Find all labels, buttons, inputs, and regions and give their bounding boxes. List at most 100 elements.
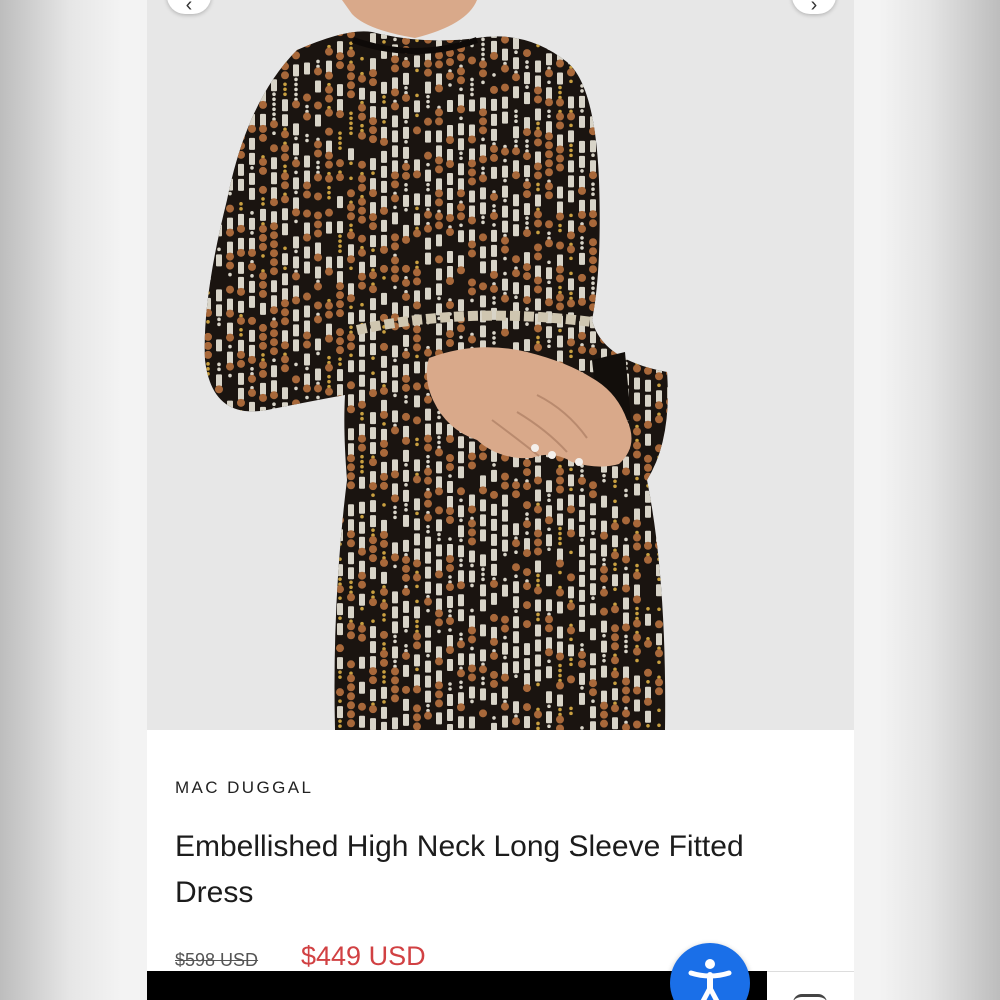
dress-sequin bbox=[391, 64, 399, 73]
dress-sequin bbox=[481, 42, 485, 47]
dress-sequin bbox=[589, 171, 597, 180]
dress-sequin bbox=[358, 633, 366, 642]
dress-sequin bbox=[633, 542, 641, 551]
dress-sequin bbox=[370, 106, 376, 119]
dress-sequin bbox=[293, 177, 299, 190]
dress-sequin bbox=[645, 433, 651, 446]
dress-sequin bbox=[369, 213, 377, 222]
dress-sequin bbox=[336, 688, 344, 697]
dress-sequin bbox=[579, 115, 585, 128]
dress-sequin bbox=[380, 587, 388, 596]
dress-sequin bbox=[380, 386, 388, 395]
dress-sequin bbox=[655, 620, 663, 629]
dress-sequin bbox=[513, 282, 519, 295]
dress-sequin bbox=[579, 358, 585, 371]
product-image[interactable]: ‹ › bbox=[147, 0, 854, 730]
dress-sequin bbox=[556, 98, 564, 107]
dress-sequin bbox=[579, 494, 585, 507]
dress-sequin bbox=[293, 143, 299, 156]
brand-name[interactable]: MAC DUGGAL bbox=[175, 778, 313, 798]
dress-sequin bbox=[459, 116, 463, 121]
dress-sequin bbox=[535, 194, 541, 207]
dress-sequin bbox=[281, 308, 289, 317]
dress-sequin bbox=[347, 333, 355, 342]
dress-sequin bbox=[358, 624, 366, 633]
dress-sequin bbox=[415, 68, 419, 73]
dress-sequin bbox=[557, 694, 563, 707]
dress-sequin bbox=[479, 282, 487, 291]
dress-sequin bbox=[491, 469, 497, 482]
dress-sequin bbox=[479, 155, 487, 164]
dress-sequin bbox=[468, 249, 476, 258]
dress-sequin bbox=[591, 182, 595, 186]
dress-sequin bbox=[512, 563, 520, 572]
dress-sequin bbox=[436, 268, 442, 281]
dress-sequin bbox=[393, 393, 397, 398]
dress-sequin bbox=[458, 230, 464, 243]
dress-sequin bbox=[514, 50, 518, 55]
dress-sequin bbox=[556, 476, 564, 485]
dress-sequin bbox=[314, 192, 322, 201]
dress-sequin bbox=[502, 48, 508, 61]
dress-sequin bbox=[644, 541, 652, 550]
dress-sequin bbox=[325, 85, 333, 94]
dress-sequin bbox=[490, 211, 498, 220]
dress-sequin bbox=[446, 435, 454, 444]
dress-sequin bbox=[392, 591, 398, 604]
dress-sequin bbox=[371, 528, 375, 532]
dress-sequin bbox=[567, 338, 575, 347]
dress-sequin bbox=[380, 137, 388, 146]
dress-sequin bbox=[613, 484, 617, 489]
dress-sequin bbox=[655, 415, 663, 424]
dress-sequin bbox=[325, 108, 333, 117]
dress-sequin bbox=[458, 594, 464, 607]
dress-sequin bbox=[327, 355, 331, 360]
dress-sequin bbox=[480, 202, 486, 215]
dress-sequin bbox=[491, 244, 497, 257]
dress-sequin bbox=[468, 56, 476, 65]
dress-sequin bbox=[370, 626, 376, 639]
dress-sequin bbox=[501, 83, 509, 92]
dress-sequin bbox=[503, 635, 507, 640]
dress-sequin bbox=[657, 383, 661, 388]
dress-sequin bbox=[535, 298, 541, 311]
dress-sequin bbox=[248, 262, 256, 271]
dress-sequin bbox=[534, 586, 542, 595]
chat-button[interactable] bbox=[767, 971, 854, 1000]
dress-sequin bbox=[481, 577, 485, 582]
dress-sequin bbox=[545, 159, 553, 168]
dress-sequin bbox=[227, 217, 233, 230]
dress-sequin bbox=[523, 620, 531, 629]
dress-sequin bbox=[259, 360, 267, 369]
dress-sequin bbox=[358, 183, 366, 192]
dress-sequin bbox=[513, 209, 519, 222]
dress-sequin bbox=[337, 196, 343, 209]
dress-sequin bbox=[503, 256, 507, 261]
dress-sequin bbox=[590, 583, 596, 596]
dress-sequin bbox=[293, 285, 299, 298]
dress-sequin bbox=[304, 353, 310, 366]
dress-sequin bbox=[457, 189, 465, 198]
dress-sequin bbox=[558, 285, 562, 290]
dress-sequin bbox=[380, 342, 388, 351]
dress-sequin bbox=[481, 37, 485, 42]
dress-sequin bbox=[359, 715, 365, 728]
dress-sequin bbox=[381, 150, 387, 163]
dress-sequin bbox=[392, 130, 398, 143]
dress-sequin bbox=[556, 212, 564, 221]
dress-sequin bbox=[392, 459, 398, 472]
dress-sequin bbox=[381, 370, 387, 383]
dress-sequin bbox=[547, 527, 551, 532]
dress-sequin bbox=[535, 75, 541, 88]
dress-sequin bbox=[459, 563, 463, 568]
dress-sequin bbox=[556, 121, 564, 130]
dress-sequin bbox=[491, 166, 497, 179]
dress-sequin bbox=[633, 633, 641, 642]
dress-sequin bbox=[468, 635, 476, 644]
dress-sequin bbox=[458, 163, 464, 176]
dress-sequin bbox=[547, 231, 551, 236]
dress-sequin bbox=[369, 458, 377, 467]
dress-sequin bbox=[480, 325, 486, 338]
dress-sequin bbox=[470, 646, 474, 651]
dress-sequin bbox=[447, 481, 453, 494]
